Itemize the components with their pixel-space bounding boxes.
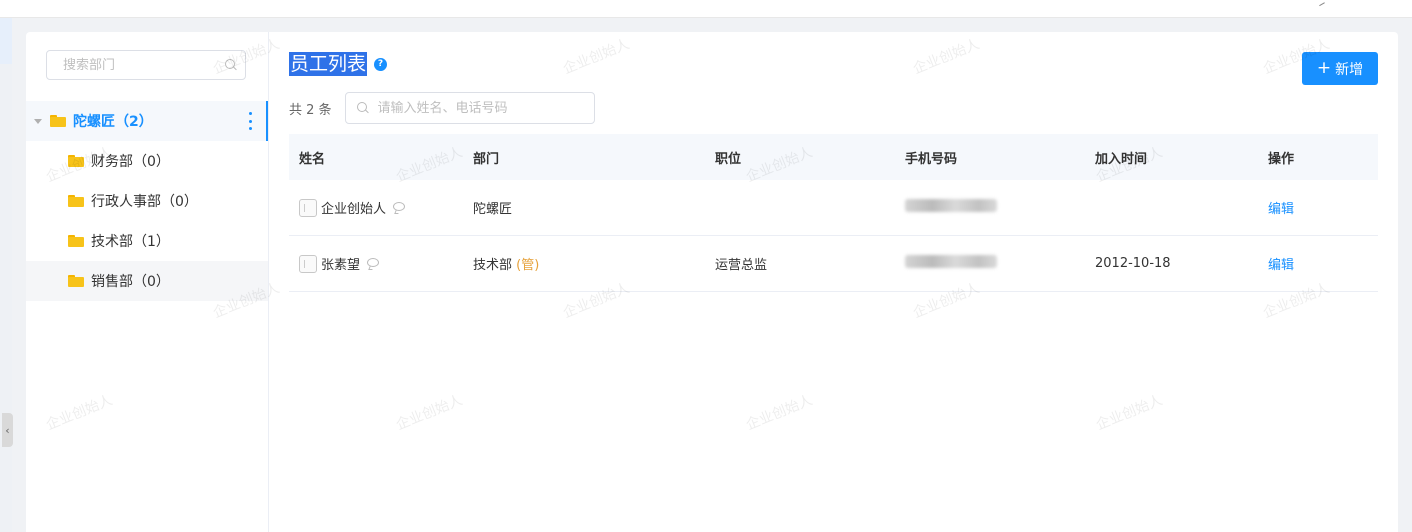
folder-icon [68, 235, 84, 247]
search-icon [356, 102, 369, 114]
toolbar: 共 2 条 [289, 92, 595, 124]
chat-icon[interactable] [393, 201, 407, 214]
folder-icon [68, 275, 84, 287]
employee-search-input[interactable] [375, 99, 590, 117]
question-circle-icon[interactable]: ? [374, 57, 388, 71]
tree-node-label: 财务部（0） [91, 154, 170, 170]
department-panel: 陀螺匠（2） 财务部（0） 行政人事部（0） 技术部（1） 销售部（0） [26, 32, 269, 532]
table-row: 张素望 技术部 (管) 运营总监 2012-10-18 编辑 [289, 235, 1378, 292]
tree-node-finance[interactable]: 财务部（0） [26, 141, 268, 181]
chevron-left-icon: ‹ [5, 423, 10, 437]
position-cell: 运营总监 [705, 235, 895, 292]
caret-down-icon[interactable] [34, 118, 42, 124]
avatar [299, 254, 317, 273]
column-header-join-date[interactable]: 加入时间 [1085, 134, 1258, 180]
department-cell: 陀螺匠 [463, 180, 705, 236]
add-employee-button[interactable]: + 新增 [1302, 52, 1378, 85]
side-strip-highlight [0, 18, 12, 64]
content-card: 陀螺匠（2） 财务部（0） 行政人事部（0） 技术部（1） 销售部（0） 员工列… [26, 32, 1398, 532]
chat-icon[interactable] [367, 257, 381, 270]
record-count: 共 2 条 [289, 102, 332, 118]
tree-node-tech[interactable]: 技术部（1） [26, 221, 268, 261]
page-title: 员工列表 [289, 52, 368, 76]
column-header-position[interactable]: 职位 [705, 134, 895, 180]
table-row: 企业创始人 陀螺匠 编辑 [289, 180, 1378, 236]
department-cell: 技术部 (管) [463, 235, 705, 292]
side-strip [0, 18, 12, 532]
department-name: 技术部 [473, 258, 513, 273]
more-vertical-icon[interactable] [248, 112, 252, 130]
collapse-sidebar-button[interactable]: ‹ [2, 413, 13, 447]
phone-redacted [905, 199, 997, 212]
employee-name: 张素望 [321, 258, 361, 273]
actions-cell: 编辑 [1258, 235, 1378, 292]
actions-cell: 编辑 [1258, 180, 1378, 236]
employee-search-box[interactable] [344, 92, 595, 124]
phone-cell [895, 235, 1085, 292]
employee-name: 企业创始人 [321, 202, 387, 217]
manager-tag: (管) [516, 258, 540, 273]
column-header-department[interactable]: 部门 [463, 134, 705, 180]
folder-icon [68, 155, 84, 167]
join-date-cell [1085, 180, 1258, 236]
folder-icon [50, 115, 66, 127]
tree-node-root[interactable]: 陀螺匠（2） [26, 101, 268, 141]
table-header-row: 姓名 部门 职位 手机号码 加入时间 操作 [289, 134, 1378, 180]
department-name: 陀螺匠 [473, 202, 513, 217]
position-cell [705, 180, 895, 236]
tree-node-label: 行政人事部（0） [91, 194, 198, 210]
add-button-label: 新增 [1335, 61, 1364, 78]
title-row: 员工列表 ? [289, 52, 388, 76]
plus-icon: + [1316, 58, 1332, 78]
column-header-name[interactable]: 姓名 [289, 134, 463, 180]
tree-node-label: 陀螺匠（2） [73, 114, 153, 130]
name-cell: 张素望 [289, 235, 463, 292]
tree-node-label: 技术部（1） [91, 234, 170, 250]
employee-table: 姓名 部门 职位 手机号码 加入时间 操作 企业创始人 陀螺匠 编辑 张素望 技… [289, 134, 1378, 292]
column-header-actions: 操作 [1258, 134, 1378, 180]
folder-icon [68, 195, 84, 207]
top-edge-mark [1317, 0, 1325, 7]
tree-node-label: 销售部（0） [91, 274, 170, 290]
department-search-input[interactable] [61, 56, 225, 74]
department-search-box[interactable] [46, 50, 246, 80]
top-navbar [0, 0, 1412, 18]
tree-node-admin-hr[interactable]: 行政人事部（0） [26, 181, 268, 221]
edit-link[interactable]: 编辑 [1268, 258, 1294, 273]
phone-cell [895, 180, 1085, 236]
search-icon[interactable] [225, 59, 237, 71]
phone-redacted [905, 255, 997, 268]
edit-link[interactable]: 编辑 [1268, 202, 1294, 217]
name-cell: 企业创始人 [289, 180, 463, 236]
avatar [299, 198, 317, 217]
column-header-phone[interactable]: 手机号码 [895, 134, 1085, 180]
join-date-cell: 2012-10-18 [1085, 235, 1258, 292]
tree-node-sales[interactable]: 销售部（0） [26, 261, 268, 301]
employee-main: 员工列表 ? + 新增 共 2 条 姓名 部门 职位 [269, 32, 1398, 532]
